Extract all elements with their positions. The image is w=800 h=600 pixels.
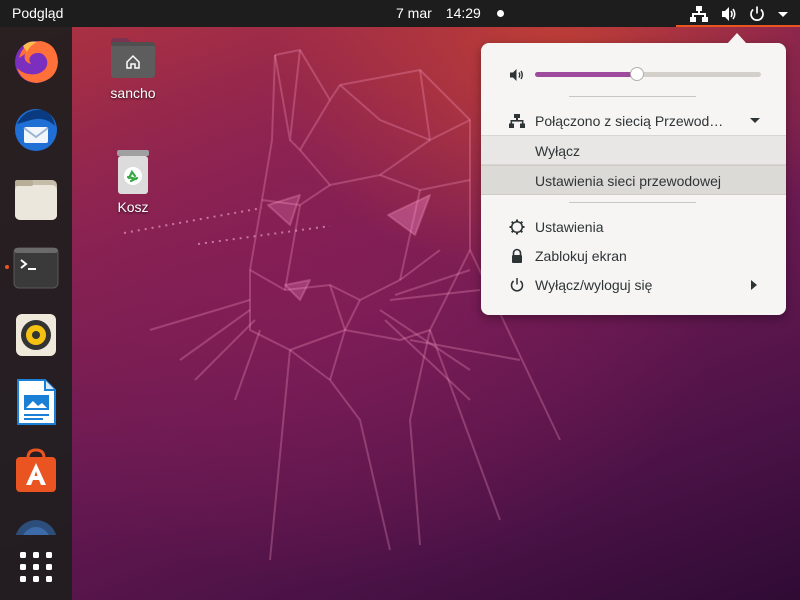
dock-item-files[interactable]: [11, 175, 61, 225]
menu-separator: [569, 202, 696, 203]
dock-item-writer[interactable]: [11, 377, 61, 427]
desktop-icon-trash[interactable]: Kosz: [93, 148, 173, 215]
lock-icon: [512, 248, 522, 263]
notification-dot-icon: [496, 9, 504, 17]
power-icon: [750, 6, 764, 21]
network-wired-icon: [690, 6, 708, 22]
clock-time: 14:29: [445, 5, 481, 21]
dock-item-ubuntu-software[interactable]: [11, 446, 61, 496]
home-folder-icon: [111, 38, 155, 78]
volume-row: [481, 59, 786, 89]
popover-arrow: [727, 33, 747, 44]
dock: [0, 27, 72, 600]
system-tray-button[interactable]: [676, 0, 800, 27]
writer-icon: [17, 379, 56, 425]
terminal-icon: [13, 247, 59, 289]
rhythmbox-icon: [16, 314, 56, 356]
firefox-icon: [15, 41, 58, 83]
top-bar: Podgląd 7 mar 14:29: [0, 0, 800, 27]
volume-icon: [510, 69, 523, 81]
files-icon: [15, 180, 57, 220]
menu-item-settings[interactable]: Ustawienia: [481, 212, 786, 242]
power-icon: [510, 278, 524, 292]
menu-separator: [569, 96, 696, 97]
activities-button[interactable]: Podgląd: [12, 5, 63, 21]
volume-slider[interactable]: [535, 67, 761, 81]
system-menu: Połączono z siecią Przewod… Wyłącz Ustaw…: [481, 43, 786, 315]
menu-item-lock-screen[interactable]: Zablokuj ekran: [481, 241, 786, 271]
triangle-down-icon[interactable]: [749, 116, 761, 126]
dock-item-terminal[interactable]: [11, 243, 61, 293]
app-grid-icon: [20, 552, 52, 582]
dock-item-firefox[interactable]: [11, 36, 61, 86]
menu-item-label: Ustawienia: [535, 219, 604, 235]
settings-icon: [509, 219, 525, 235]
clock-date: 7 mar: [396, 5, 432, 21]
network-submenu-wired-settings[interactable]: Ustawienia sieci przewodowej: [481, 165, 786, 195]
network-row[interactable]: Połączono z siecią Przewod…: [481, 106, 786, 136]
desktop-icon-home[interactable]: sancho: [93, 36, 173, 101]
triangle-right-icon: [751, 280, 757, 290]
network-wired-icon: [509, 114, 525, 128]
desktop-icon-label: sancho: [110, 85, 156, 101]
show-applications-button[interactable]: [11, 539, 61, 589]
network-status-label: Połączono z siecią Przewod…: [535, 113, 724, 129]
clock-button[interactable]: 7 mar 14:29: [396, 5, 504, 21]
help-icon: [15, 520, 57, 535]
submenu-item-label: Wyłącz: [535, 143, 580, 159]
thunderbird-icon: [15, 109, 57, 151]
volume-slider-fill: [535, 72, 637, 77]
desktop-icon-label: Kosz: [117, 199, 149, 215]
menu-item-label: Wyłącz/wyloguj się: [535, 277, 653, 293]
software-center-icon: [16, 448, 56, 492]
network-submenu-turn-off[interactable]: Wyłącz: [481, 135, 786, 165]
running-indicator: [5, 265, 9, 269]
dock-item-help[interactable]: [11, 515, 61, 535]
menu-item-power-off[interactable]: Wyłącz/wyloguj się: [481, 270, 786, 300]
volume-slider-handle[interactable]: [629, 67, 644, 81]
dock-item-thunderbird[interactable]: [11, 104, 61, 154]
dock-item-rhythmbox[interactable]: [11, 310, 61, 360]
submenu-item-label: Ustawienia sieci przewodowej: [535, 173, 721, 189]
trash-icon: [117, 150, 149, 194]
menu-item-label: Zablokuj ekran: [535, 248, 627, 264]
menu-arrow-down-icon: [778, 12, 788, 17]
volume-icon: [722, 7, 736, 21]
